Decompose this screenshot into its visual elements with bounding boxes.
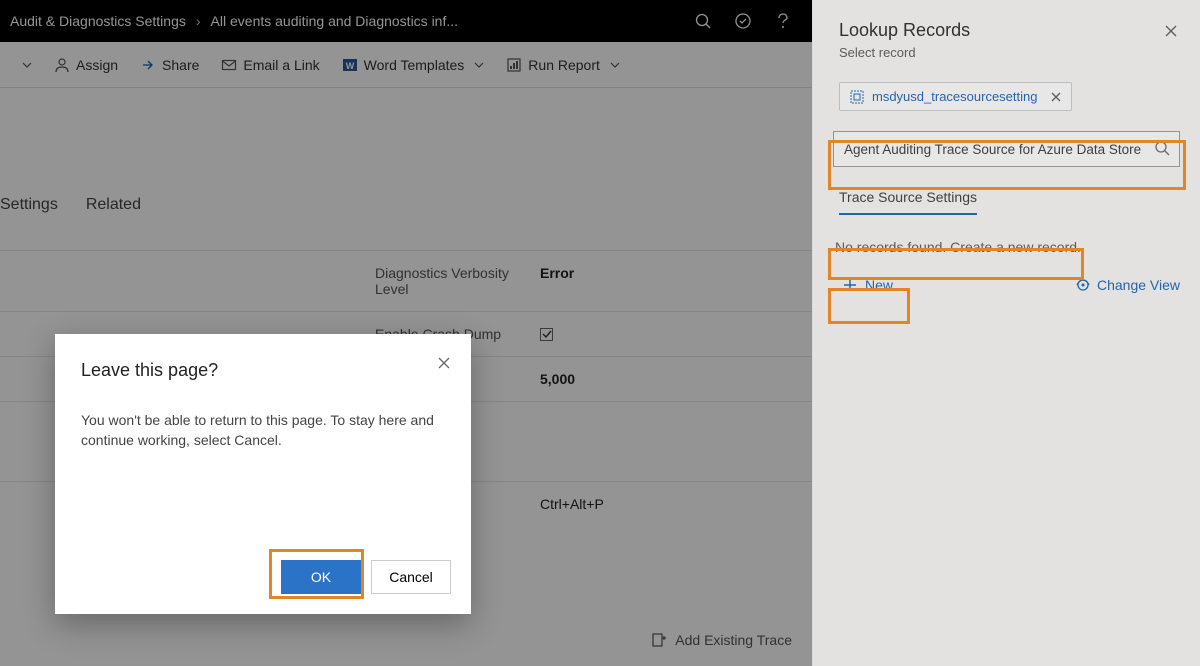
entity-chip-row: msdyusd_tracesourcesetting xyxy=(813,68,1200,111)
entity-chip[interactable]: msdyusd_tracesourcesetting xyxy=(839,82,1072,111)
entity-chip-label: msdyusd_tracesourcesetting xyxy=(872,89,1037,104)
dialog-actions: OK Cancel xyxy=(81,560,445,594)
panel-actions: New Change View xyxy=(833,271,1180,299)
chip-remove-icon[interactable] xyxy=(1045,92,1061,102)
dialog-title: Leave this page? xyxy=(81,360,445,381)
panel-subtitle: Select record xyxy=(839,45,1174,60)
section-underline xyxy=(839,213,977,215)
new-record-label: New xyxy=(865,277,893,293)
close-icon[interactable] xyxy=(437,356,451,370)
new-record-button[interactable]: New xyxy=(833,271,903,299)
lookup-search-wrap xyxy=(833,131,1180,167)
results-section-title: Trace Source Settings xyxy=(839,189,1174,213)
search-icon[interactable] xyxy=(1154,140,1170,156)
leave-page-dialog: Leave this page? You won't be able to re… xyxy=(55,334,471,614)
change-view-button[interactable]: Change View xyxy=(1075,277,1180,293)
panel-header: Lookup Records Select record xyxy=(813,0,1200,68)
ok-button[interactable]: OK xyxy=(281,560,361,594)
panel-close-icon[interactable] xyxy=(1164,24,1178,38)
cancel-button[interactable]: Cancel xyxy=(371,560,451,594)
panel-title: Lookup Records xyxy=(839,20,1174,41)
change-view-label: Change View xyxy=(1097,277,1180,293)
lookup-search-input[interactable] xyxy=(833,131,1180,167)
no-records-message: No records found. Create a new record. xyxy=(833,237,1180,257)
lookup-panel: Lookup Records Select record msdyusd_tra… xyxy=(812,0,1200,666)
dialog-body: You won't be able to return to this page… xyxy=(81,411,445,450)
